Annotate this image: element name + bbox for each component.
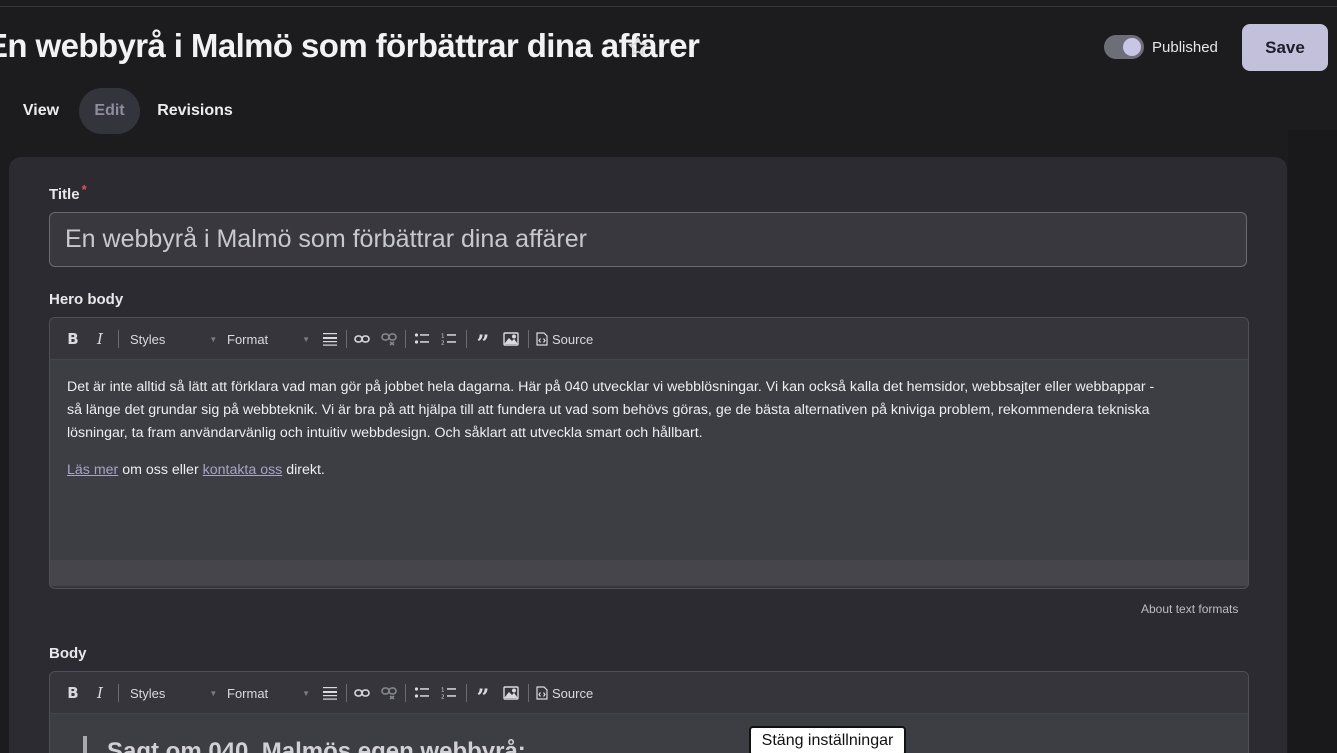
toolbar-separator (405, 330, 406, 348)
svg-text:1: 1 (441, 688, 445, 694)
tab-edit[interactable]: Edit (79, 88, 140, 134)
edit-page: En webbyrå i Malmö som förbättrar dina a… (0, 0, 1337, 753)
body-content[interactable]: Sagt om 040, Malmös egen webbyrå: (50, 714, 1248, 753)
source-icon (536, 686, 548, 700)
bulleted-list-icon[interactable] (412, 682, 432, 704)
body-editor: B I Styles ▼ Format ▼ 12 ” Source Sagt o… (49, 671, 1249, 753)
required-mark: * (81, 182, 87, 197)
hero-text-line-2: så länge det grundar sig på webbteknik. … (67, 402, 1150, 418)
toolbar-separator (346, 684, 347, 702)
format-dropdown[interactable]: Format ▼ (227, 682, 311, 704)
source-label: Source (552, 685, 594, 701)
hero-links-paragraph: Läs mer om oss eller kontakta oss direkt… (67, 459, 1231, 482)
chevron-down-icon: ▼ (209, 334, 218, 344)
chevron-down-icon: ▼ (302, 688, 311, 698)
italic-icon[interactable]: I (91, 328, 109, 350)
tab-view[interactable]: View (12, 88, 70, 134)
unlink-icon[interactable] (379, 682, 399, 704)
bold-icon[interactable]: B (64, 682, 82, 704)
svg-text:1: 1 (441, 334, 445, 340)
source-button[interactable]: Source (536, 682, 606, 704)
image-icon[interactable] (501, 328, 521, 350)
bulleted-list-icon[interactable] (412, 328, 432, 350)
toolbar-separator (466, 330, 467, 348)
published-toggle[interactable] (1104, 35, 1144, 59)
toolbar-separator (528, 684, 529, 702)
toolbar-separator (528, 330, 529, 348)
image-icon[interactable] (501, 682, 521, 704)
title-label-text: Title (49, 186, 80, 203)
read-more-link[interactable]: Läs mer (67, 462, 118, 478)
horizontal-rule-icon[interactable] (320, 682, 340, 704)
hero-text-line-3: lösningar, ta fram användarvänlig och in… (67, 425, 703, 441)
format-label: Format (227, 685, 269, 701)
toolbar-separator (118, 330, 119, 348)
right-gutter (1288, 130, 1337, 753)
styles-dropdown[interactable]: Styles ▼ (130, 682, 217, 704)
save-button[interactable]: Save (1242, 24, 1328, 71)
link-icon[interactable] (352, 682, 372, 704)
top-divider (0, 6, 1337, 7)
published-label: Published (1152, 39, 1218, 56)
editor-status-bar (50, 560, 1248, 586)
star-icon[interactable] (627, 36, 649, 58)
source-label: Source (552, 331, 594, 347)
page-title: En webbyrå i Malmö som förbättrar dina a… (0, 27, 700, 64)
body-label: Body (49, 645, 87, 662)
blockquote-icon[interactable]: ” (473, 328, 493, 357)
hero-paragraph: Det är inte alltid så lätt att förklara … (67, 376, 1231, 445)
hero-text-line-1: Det är inte alltid så lätt att förklara … (67, 379, 1155, 395)
quote-heading: Sagt om 040, Malmös egen webbyrå: (107, 738, 526, 753)
styles-label: Styles (130, 685, 166, 701)
horizontal-rule-icon[interactable] (320, 328, 340, 350)
toolbar-separator (466, 684, 467, 702)
hero-body-label: Hero body (49, 291, 124, 308)
toggle-knob (1123, 38, 1141, 56)
hero-body-editor: B I Styles ▼ Format ▼ 12 ” Source Det är… (49, 317, 1249, 589)
body-toolbar: B I Styles ▼ Format ▼ 12 ” Source (50, 672, 1248, 714)
hero-body-content[interactable]: Det är inte alltid så lätt att förklara … (50, 360, 1248, 560)
numbered-list-icon[interactable]: 12 (439, 682, 459, 704)
hero-body-toolbar: B I Styles ▼ Format ▼ 12 ” Source (50, 318, 1248, 360)
bold-icon[interactable]: B (64, 328, 82, 350)
blockquote-icon[interactable]: ” (473, 682, 493, 711)
blockquote-bar (83, 736, 87, 753)
contact-us-link[interactable]: kontakta oss (203, 462, 283, 478)
styles-label: Styles (130, 331, 166, 347)
toolbar-separator (118, 684, 119, 702)
unlink-icon[interactable] (379, 328, 399, 350)
source-button[interactable]: Source (536, 328, 606, 350)
about-text-formats-link[interactable]: About text formats (1141, 602, 1238, 616)
close-settings-button[interactable]: Stäng inställningar (749, 726, 906, 753)
title-input[interactable]: En webbyrå i Malmö som förbättrar dina a… (49, 212, 1247, 267)
svg-text:2: 2 (441, 695, 445, 701)
hero-link-text-1: om oss eller (118, 462, 203, 478)
italic-icon[interactable]: I (91, 682, 109, 704)
numbered-list-icon[interactable]: 12 (439, 328, 459, 350)
source-icon (536, 332, 548, 346)
chevron-down-icon: ▼ (209, 688, 218, 698)
styles-dropdown[interactable]: Styles ▼ (130, 328, 217, 350)
toolbar-separator (346, 330, 347, 348)
toolbar-separator (405, 684, 406, 702)
link-icon[interactable] (352, 328, 372, 350)
chevron-down-icon: ▼ (302, 334, 311, 344)
format-dropdown[interactable]: Format ▼ (227, 328, 311, 350)
title-label: Title * (49, 182, 87, 203)
hero-link-text-2: direkt. (282, 462, 325, 478)
format-label: Format (227, 331, 269, 347)
svg-text:2: 2 (441, 341, 445, 347)
tab-revisions[interactable]: Revisions (150, 88, 240, 134)
